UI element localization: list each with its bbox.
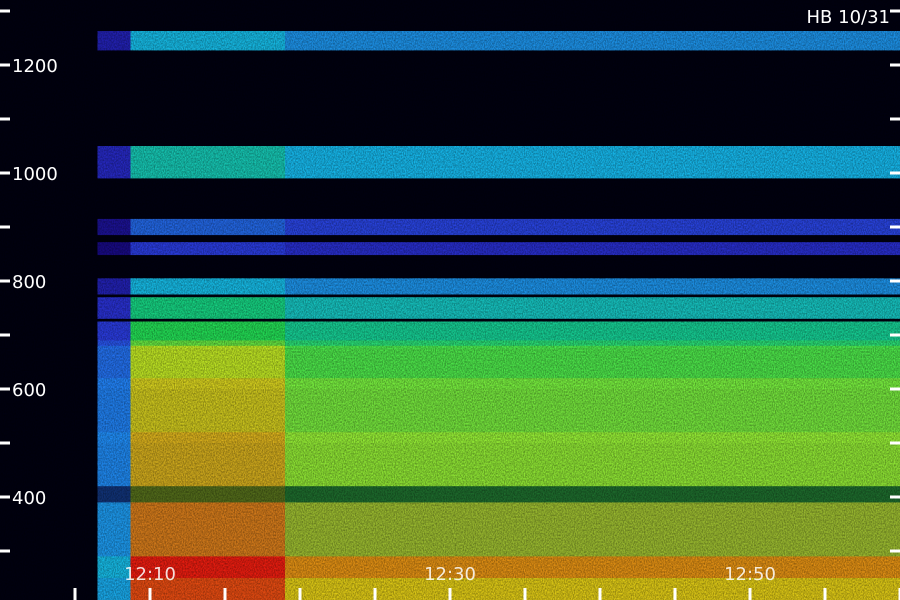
x-tick-label: 12:30 bbox=[424, 564, 476, 585]
y-tick-label: 1200 bbox=[12, 56, 58, 77]
noise-overlay bbox=[0, 0, 900, 600]
y-tick-label: 400 bbox=[12, 488, 46, 509]
chart-annotation: HB 10/31 bbox=[807, 7, 890, 28]
x-tick-label: 12:10 bbox=[124, 564, 176, 585]
y-tick-label: 800 bbox=[12, 272, 46, 293]
spectrogram-chart: 1200 1000 800 600 400 12:10 12:30 12:50 HB 10/… bbox=[0, 0, 900, 600]
x-tick-label: 12:50 bbox=[724, 564, 776, 585]
y-tick-label: 600 bbox=[12, 380, 46, 401]
y-tick-label: 1000 bbox=[12, 164, 58, 185]
